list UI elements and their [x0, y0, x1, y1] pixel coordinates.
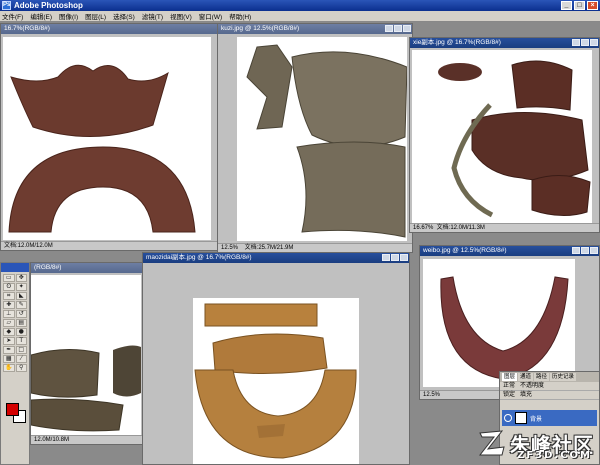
- texture-image: [440, 276, 569, 380]
- foreground-color-swatch[interactable]: [6, 403, 19, 416]
- brush-tool-icon[interactable]: ✎: [15, 301, 27, 309]
- eye-icon[interactable]: [504, 414, 512, 422]
- lasso-tool-icon[interactable]: ʘ: [3, 283, 15, 291]
- texture-image: [31, 345, 141, 432]
- marquee-tool-icon[interactable]: ▭: [3, 274, 15, 282]
- blur-tool-icon[interactable]: ◆: [3, 328, 15, 336]
- menu-file[interactable]: 文件(F): [2, 11, 23, 21]
- document-controls: [572, 247, 598, 254]
- doc-size: 12.0M/10.8M: [34, 437, 70, 443]
- pen-tool-icon[interactable]: ✒: [3, 346, 15, 354]
- document-window-1[interactable]: 16.7%(RGB/8#) 文档:12.0M/12.0M: [0, 23, 218, 251]
- slice-tool-icon[interactable]: ◣: [15, 292, 27, 300]
- document-controls: [572, 39, 598, 46]
- history-brush-tool-icon[interactable]: ↺: [15, 310, 27, 318]
- document-title[interactable]: maozidai副本.jpg @ 16.7%(RGB/8#): [143, 253, 409, 263]
- window-controls: _ □ ×: [561, 1, 598, 10]
- hand-tool-icon[interactable]: ✋: [3, 364, 15, 372]
- menu-layer[interactable]: 图层(L): [85, 11, 106, 21]
- document-canvas[interactable]: [193, 298, 359, 464]
- status-bar: 文档:12.0M/12.0M: [1, 241, 217, 250]
- zoom-level[interactable]: 12.5%: [423, 391, 445, 399]
- layer-name: 背景: [530, 416, 543, 423]
- path-selection-tool-icon[interactable]: ➤: [3, 337, 15, 345]
- document-title[interactable]: 16.7%(RGB/8#): [1, 24, 217, 34]
- tab-paths[interactable]: 路径: [534, 373, 550, 381]
- watermark-subtext: ZF3D.COM: [517, 450, 592, 461]
- crop-tool-icon[interactable]: ⌗: [3, 292, 15, 300]
- menu-help[interactable]: 帮助(H): [229, 11, 251, 21]
- status-bar: 16.67% 文档:12.0M/11.3M: [410, 223, 599, 232]
- menu-edit[interactable]: 编辑(E): [30, 11, 52, 21]
- eyedropper-tool-icon[interactable]: ⁄: [15, 355, 27, 363]
- blend-mode-row: 正常 不透明度: [500, 382, 599, 391]
- document-window-3[interactable]: xie副本.jpg @ 16.7%(RGB/8#) 16.67% 文档:12.0…: [409, 37, 600, 233]
- document-window-2[interactable]: kuzi.jpg @ 12.5%(RGB/8#) 12.5% 文档:25.7M/…: [217, 23, 413, 253]
- texture-image: [438, 60, 591, 218]
- tab-channels[interactable]: 通道: [518, 373, 534, 381]
- doc-size: 文档:12.0M/11.3M: [436, 225, 485, 231]
- clone-stamp-tool-icon[interactable]: ⊥: [3, 310, 15, 318]
- menu-view[interactable]: 视图(V): [170, 11, 192, 21]
- zoom-level[interactable]: 16.67%: [413, 224, 435, 232]
- blend-mode-select[interactable]: 正常: [503, 382, 515, 390]
- menu-filter[interactable]: 滤镜(T): [142, 11, 163, 21]
- lock-label: 锁定: [503, 392, 516, 398]
- status-bar: 12.5% 文档:25.7M/21.9M: [218, 243, 412, 252]
- toolbox-header[interactable]: [1, 263, 29, 272]
- texture-image: [8, 64, 196, 233]
- menu-select[interactable]: 选择(S): [113, 11, 135, 21]
- texture-image: [246, 44, 408, 238]
- doc-size: 文档:12.0M/12.0M: [4, 243, 53, 249]
- magic-wand-tool-icon[interactable]: ✦: [15, 283, 27, 291]
- watermark-logo: 朱峰社区 ZF3D.COM: [478, 427, 596, 461]
- move-tool-icon[interactable]: ✥: [15, 274, 27, 282]
- minimize-button[interactable]: _: [561, 1, 572, 10]
- layers-panel-tabs: 图层 通道 路径 历史记录: [500, 372, 599, 382]
- opacity-label: 不透明度: [520, 383, 545, 389]
- document-controls: [382, 254, 408, 261]
- document-canvas[interactable]: [237, 37, 408, 241]
- close-button[interactable]: ×: [587, 1, 598, 10]
- tab-layers[interactable]: 图层: [502, 373, 518, 381]
- zoom-tool-icon[interactable]: ⚲: [15, 364, 27, 372]
- shape-tool-icon[interactable]: □: [15, 346, 27, 354]
- document-canvas[interactable]: [423, 259, 575, 387]
- document-title[interactable]: (RGB/8#): [31, 263, 143, 273]
- doc-size: 文档:25.7M/21.9M: [244, 245, 294, 251]
- app-titlebar: Ps Adobe Photoshop _ □ ×: [0, 0, 600, 11]
- toolbox: ▭ ✥ ʘ ✦ ⌗ ◣ ✚ ✎ ⊥ ↺ ▱ ▤ ◆ ● ➤ T ✒ □ ▦ ⁄ …: [0, 262, 30, 465]
- app-title: Adobe Photoshop: [14, 1, 83, 10]
- menu-image[interactable]: 图像(I): [59, 11, 78, 21]
- document-title[interactable]: kuzi.jpg @ 12.5%(RGB/8#): [218, 24, 412, 34]
- zf3d-logo-icon: [478, 430, 505, 456]
- tab-history[interactable]: 历史记录: [550, 373, 577, 381]
- tool-grid: ▭ ✥ ʘ ✦ ⌗ ◣ ✚ ✎ ⊥ ↺ ▱ ▤ ◆ ● ➤ T ✒ □ ▦ ⁄ …: [1, 272, 29, 374]
- fill-label: 填充: [520, 392, 533, 398]
- menubar: 文件(F) 编辑(E) 图像(I) 图层(L) 选择(S) 滤镜(T) 视图(V…: [0, 11, 600, 22]
- photoshop-icon: Ps: [2, 1, 11, 10]
- maximize-button[interactable]: □: [574, 1, 585, 10]
- document-canvas[interactable]: [412, 50, 592, 224]
- menu-window[interactable]: 窗口(W): [199, 11, 222, 21]
- eraser-tool-icon[interactable]: ▱: [3, 319, 15, 327]
- document-canvas[interactable]: [31, 275, 141, 435]
- lock-row: 锁定 填充: [500, 391, 599, 400]
- layer-thumbnail: [515, 412, 527, 424]
- document-controls: [385, 25, 411, 32]
- status-bar: 12.0M/10.8M: [31, 435, 143, 444]
- texture-image: [194, 303, 357, 459]
- dodge-tool-icon[interactable]: ●: [15, 328, 27, 336]
- gradient-tool-icon[interactable]: ▤: [15, 319, 27, 327]
- healing-brush-tool-icon[interactable]: ✚: [3, 301, 15, 309]
- document-window-5[interactable]: maozidai副本.jpg @ 16.7%(RGB/8#): [142, 252, 410, 465]
- type-tool-icon[interactable]: T: [15, 337, 27, 345]
- document-title[interactable]: xie副本.jpg @ 16.7%(RGB/8#): [410, 38, 599, 48]
- notes-tool-icon[interactable]: ▦: [3, 355, 15, 363]
- document-canvas[interactable]: [3, 37, 211, 240]
- document-window-4[interactable]: (RGB/8#) 12.0M/10.8M: [30, 262, 144, 445]
- layer-row-background[interactable]: 背景: [502, 410, 597, 426]
